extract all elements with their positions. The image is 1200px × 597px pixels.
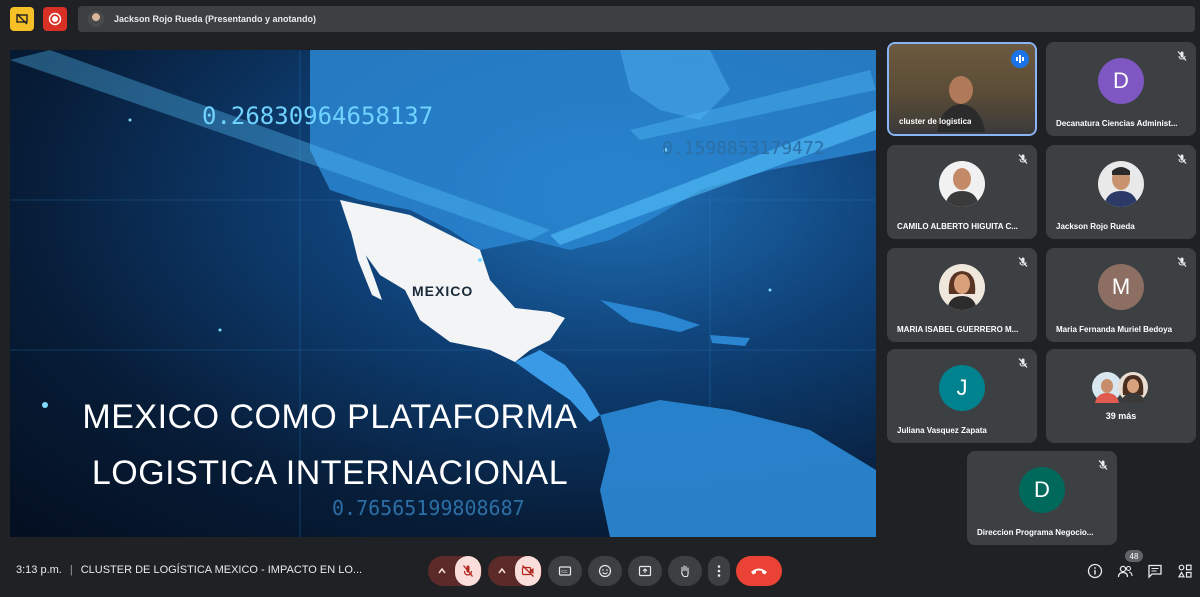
participant-tile[interactable]: J Juliana Vasquez Zapata xyxy=(887,349,1037,443)
mic-off-icon xyxy=(1018,257,1028,267)
avatar xyxy=(939,264,985,311)
camera-options-button[interactable] xyxy=(489,556,515,586)
mic-off-button[interactable] xyxy=(455,556,481,586)
activities-icon xyxy=(1177,564,1192,578)
decorative-digits: 0.76565199808687 xyxy=(332,496,525,520)
svg-text:CC: CC xyxy=(561,569,568,574)
mic-off-icon xyxy=(1177,51,1187,61)
participant-name: Maria Fernanda Muriel Bedoya xyxy=(1056,325,1173,334)
participant-tile[interactable]: D Decanatura Ciencias Administ... xyxy=(1046,42,1196,136)
camera-off-button[interactable] xyxy=(515,556,541,586)
meeting-title: CLUSTER DE LOGÍSTICA MEXICO - IMPACTO EN… xyxy=(80,564,363,576)
meeting-info-button[interactable] xyxy=(1086,562,1104,580)
mic-off-icon xyxy=(1098,460,1108,470)
people-icon xyxy=(1117,565,1133,578)
participant-count-badge: 48 xyxy=(1125,550,1143,562)
captions-icon: CC xyxy=(558,566,572,576)
participant-name: CAMILO ALBERTO HIGUITA C... xyxy=(897,222,1018,231)
participant-name: Direccion Programa Negocio... xyxy=(977,528,1094,537)
raise-hand-icon xyxy=(681,565,689,578)
presenter-avatar xyxy=(88,11,104,27)
more-participants-tile[interactable]: 39 más xyxy=(1046,349,1196,443)
mic-off-icon xyxy=(1018,154,1028,164)
no-present-icon[interactable] xyxy=(10,7,34,31)
avatar: J xyxy=(939,365,985,412)
captions-button[interactable]: CC xyxy=(548,556,582,586)
participant-name: cluster de logistica xyxy=(899,117,972,126)
more-options-button[interactable] xyxy=(708,556,730,586)
speaking-indicator-icon xyxy=(1011,50,1029,68)
record-icon[interactable] xyxy=(43,7,67,31)
more-vert-icon xyxy=(717,565,721,577)
map-country-label: MEXICO xyxy=(412,283,474,299)
emoji-icon xyxy=(598,564,612,578)
raise-hand-button[interactable] xyxy=(668,556,702,586)
people-button[interactable] xyxy=(1116,562,1134,580)
presenter-label: Jackson Rojo Rueda (Presentando y anotan… xyxy=(114,14,317,24)
leave-call-button[interactable] xyxy=(736,556,782,586)
mic-off-icon xyxy=(1018,358,1028,368)
avatar xyxy=(1098,161,1144,208)
presenter-banner: Jackson Rojo Rueda (Presentando y anotan… xyxy=(78,6,1195,32)
chat-button[interactable] xyxy=(1146,562,1164,580)
camera-off-icon xyxy=(521,565,534,577)
participant-name: Decanatura Ciencias Administ... xyxy=(1056,119,1178,128)
participant-name: MARIA ISABEL GUERRERO M... xyxy=(897,325,1019,334)
mic-off-icon xyxy=(1177,257,1187,267)
camera-control xyxy=(488,556,542,586)
activities-button[interactable] xyxy=(1176,562,1194,580)
hang-up-icon xyxy=(751,568,767,575)
slide-title-line1: MEXICO COMO PLATAFORMA xyxy=(82,398,578,436)
info-icon xyxy=(1087,563,1103,579)
meeting-time: 3:13 p.m. xyxy=(16,564,62,576)
avatar: M xyxy=(1098,264,1144,311)
chevron-up-icon xyxy=(498,567,506,574)
meeting-details[interactable]: 3:13 p.m. | CLUSTER DE LOGÍSTICA MEXICO - … xyxy=(16,564,362,576)
avatar xyxy=(939,161,985,208)
present-screen-icon xyxy=(638,565,652,577)
participant-tile[interactable]: Jackson Rojo Rueda xyxy=(1046,145,1196,239)
participant-tile[interactable]: MARIA ISABEL GUERRERO M... xyxy=(887,248,1037,342)
presentation-stage: 0.26830964658137 0.1598853179472 0.76565… xyxy=(10,50,876,537)
meet-window: Jackson Rojo Rueda (Presentando y anotan… xyxy=(0,0,1200,597)
mic-off-icon xyxy=(462,565,474,577)
present-button[interactable] xyxy=(628,556,662,586)
emoji-button[interactable] xyxy=(588,556,622,586)
participant-name: Jackson Rojo Rueda xyxy=(1056,222,1135,231)
decorative-digits: 0.1598853179472 xyxy=(662,138,825,159)
mic-control xyxy=(428,556,482,586)
participant-tile[interactable]: D Direccion Programa Negocio... xyxy=(967,451,1117,545)
avatar: D xyxy=(1098,58,1144,105)
avatar-stack xyxy=(1092,372,1148,403)
decorative-digits: 0.26830964658137 xyxy=(202,102,434,130)
avatar: D xyxy=(1019,467,1065,514)
participant-tile[interactable]: cluster de logistica xyxy=(887,42,1037,136)
mic-options-button[interactable] xyxy=(429,556,455,586)
more-participants-label: 39 más xyxy=(1105,411,1137,421)
chevron-up-icon xyxy=(438,567,446,574)
participant-name: Juliana Vasquez Zapata xyxy=(897,426,987,435)
bottom-bar: 3:13 p.m. | CLUSTER DE LOGÍSTICA MEXICO - … xyxy=(0,548,1200,597)
chat-icon xyxy=(1148,564,1162,579)
participant-tile[interactable]: CAMILO ALBERTO HIGUITA C... xyxy=(887,145,1037,239)
slide-title-line2: LOGISTICA INTERNACIONAL xyxy=(91,454,569,492)
top-bar: Jackson Rojo Rueda (Presentando y anotan… xyxy=(0,0,1200,38)
mic-off-icon xyxy=(1177,154,1187,164)
participant-tile[interactable]: M Maria Fernanda Muriel Bedoya xyxy=(1046,248,1196,342)
